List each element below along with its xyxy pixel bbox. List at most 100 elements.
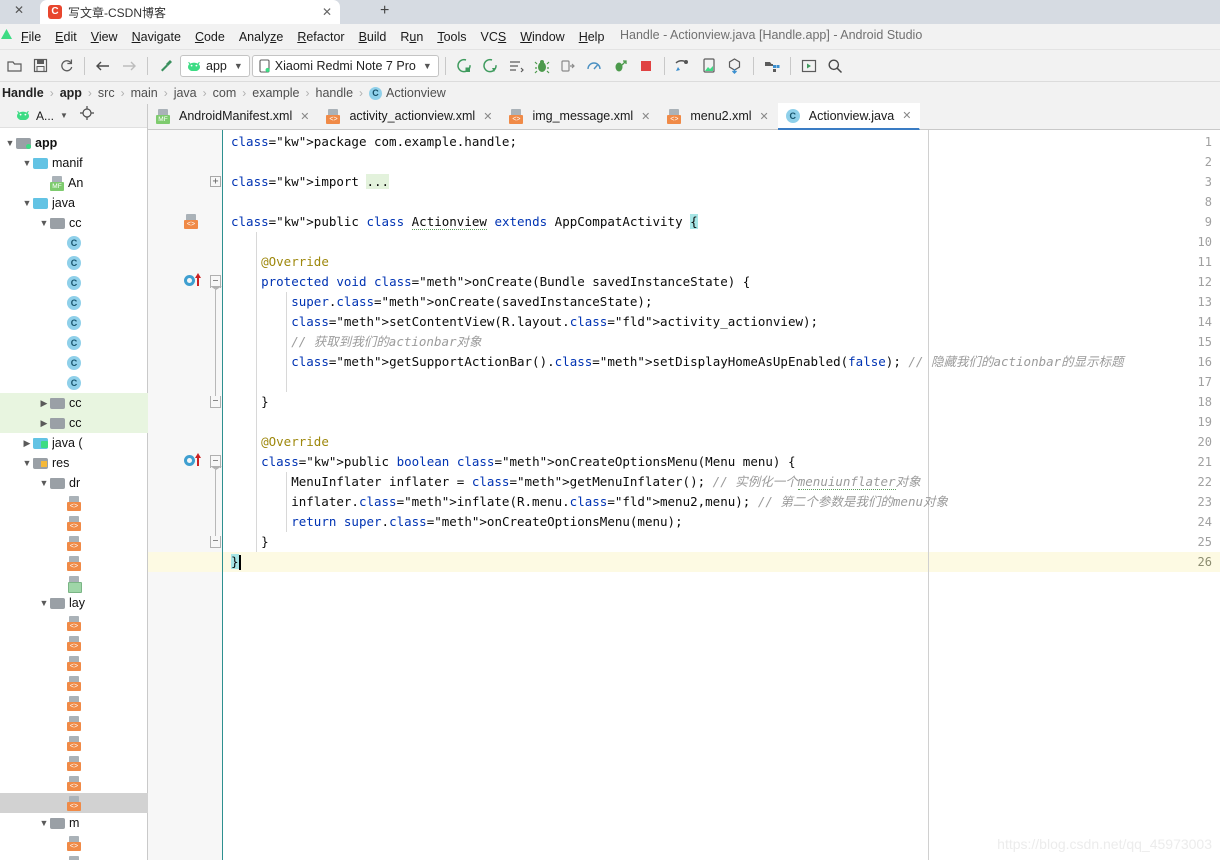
- avd-manager-icon[interactable]: [697, 54, 721, 78]
- tree-node[interactable]: C: [0, 353, 148, 373]
- code-line[interactable]: }: [231, 532, 269, 552]
- tree-node[interactable]: [0, 613, 148, 633]
- menu-code[interactable]: Code: [188, 30, 232, 44]
- code-line[interactable]: super.class="meth">onCreate(savedInstanc…: [231, 292, 652, 312]
- close-icon[interactable]: ✕: [902, 109, 911, 122]
- code-text-area[interactable]: class="kw">package com.example.handle; cl…: [223, 130, 1220, 860]
- build-hammer-icon[interactable]: [154, 54, 178, 78]
- search-everywhere-icon[interactable]: [823, 54, 847, 78]
- tree-node[interactable]: ▼ lay: [0, 593, 148, 613]
- editor-tab[interactable]: img_message.xml ✕: [501, 103, 659, 129]
- code-line[interactable]: class="meth">setContentView(R.layout.cla…: [231, 312, 818, 332]
- device-selector[interactable]: Xiaomi Redmi Note 7 Pro ▼: [251, 54, 439, 77]
- code-line[interactable]: }: [231, 552, 239, 572]
- breadcrumb-handle-pkg[interactable]: handle: [316, 86, 354, 100]
- tree-node[interactable]: [0, 853, 148, 860]
- xml-file-icon[interactable]: [184, 214, 198, 229]
- close-icon[interactable]: ✕: [322, 5, 332, 19]
- tree-node[interactable]: ▼ app: [0, 133, 148, 153]
- chevron-down-icon[interactable]: ▼: [423, 61, 432, 71]
- tree-twisty[interactable]: ▼: [38, 478, 50, 488]
- tree-node[interactable]: [0, 553, 148, 573]
- tree-node[interactable]: C: [0, 333, 148, 353]
- code-line[interactable]: [231, 372, 291, 392]
- override-marker-icon[interactable]: [184, 455, 195, 466]
- tree-node[interactable]: ▼ m: [0, 813, 148, 833]
- run-tests-icon[interactable]: [504, 54, 528, 78]
- tree-node[interactable]: [0, 713, 148, 733]
- gradle-sync-icon[interactable]: [671, 54, 695, 78]
- editor-tab[interactable]: menu2.xml ✕: [659, 103, 777, 129]
- chevron-down-icon[interactable]: ▼: [60, 111, 68, 120]
- tree-twisty[interactable]: ▼: [21, 158, 33, 168]
- back-arrow-icon[interactable]: [91, 54, 115, 78]
- tree-twisty[interactable]: ▼: [4, 138, 16, 148]
- code-line[interactable]: class="kw">public class Actionview exten…: [231, 212, 698, 232]
- fold-end-icon[interactable]: [208, 532, 222, 552]
- tree-node[interactable]: An: [0, 173, 148, 193]
- menu-analyze[interactable]: Analyze: [232, 30, 290, 44]
- close-icon[interactable]: ✕: [641, 110, 650, 123]
- code-line[interactable]: // 获取到我们的actionbar对象: [231, 332, 481, 352]
- menu-run[interactable]: Run: [393, 30, 430, 44]
- bug-icon[interactable]: [530, 54, 554, 78]
- override-marker-icon[interactable]: [184, 275, 195, 286]
- tree-node[interactable]: [0, 653, 148, 673]
- breadcrumb-java[interactable]: java: [174, 86, 197, 100]
- tree-node[interactable]: [0, 793, 148, 813]
- tree-node[interactable]: [0, 573, 148, 593]
- breadcrumb-app[interactable]: app: [60, 86, 82, 100]
- implementing-method-icon[interactable]: [184, 452, 202, 472]
- menu-file[interactable]: File: [14, 30, 48, 44]
- tree-node[interactable]: [0, 773, 148, 793]
- sync-icon[interactable]: [54, 54, 78, 78]
- tree-node[interactable]: ▼ java: [0, 193, 148, 213]
- menu-refactor[interactable]: Refactor: [290, 30, 351, 44]
- code-line[interactable]: class="meth">getSupportActionBar().class…: [231, 352, 1123, 372]
- code-line[interactable]: inflater.class="meth">inflate(R.menu.cla…: [231, 492, 948, 512]
- code-line[interactable]: class="kw">import ...: [231, 172, 390, 192]
- close-icon[interactable]: ✕: [760, 110, 769, 123]
- project-view-selector[interactable]: A...: [36, 109, 54, 123]
- stop-icon[interactable]: [634, 54, 658, 78]
- breadcrumb-com[interactable]: com: [213, 86, 237, 100]
- tree-node[interactable]: [0, 733, 148, 753]
- browser-tab-csdn[interactable]: C 写文章-CSDN博客 ✕: [40, 0, 340, 24]
- debug-attach-icon[interactable]: [556, 54, 580, 78]
- tree-twisty[interactable]: ▶: [21, 438, 33, 449]
- tree-node[interactable]: [0, 833, 148, 853]
- tree-node[interactable]: C: [0, 273, 148, 293]
- code-line[interactable]: class="kw">package com.example.handle;: [231, 132, 517, 152]
- locate-icon[interactable]: [79, 106, 94, 125]
- code-line[interactable]: @Override: [231, 432, 329, 452]
- tree-twisty[interactable]: ▼: [38, 598, 50, 608]
- tree-node[interactable]: ▼ manif: [0, 153, 148, 173]
- editor-tab[interactable]: C Actionview.java ✕: [777, 103, 921, 130]
- tree-node[interactable]: [0, 633, 148, 653]
- layout-inspector-icon[interactable]: [797, 54, 821, 78]
- editor-tab[interactable]: AndroidManifest.xml ✕: [148, 103, 318, 129]
- breadcrumb-handle[interactable]: Handle: [2, 86, 44, 100]
- tree-twisty[interactable]: ▼: [38, 218, 50, 228]
- fold-expand-icon[interactable]: +: [208, 172, 222, 192]
- fold-end-icon[interactable]: [208, 392, 222, 412]
- tree-node[interactable]: C: [0, 233, 148, 253]
- tree-node[interactable]: [0, 513, 148, 533]
- tree-node[interactable]: ▶ cc: [0, 413, 148, 433]
- menu-build[interactable]: Build: [352, 30, 394, 44]
- breadcrumb-src[interactable]: src: [98, 86, 115, 100]
- menu-edit[interactable]: Edit: [48, 30, 84, 44]
- tree-node[interactable]: ▼ cc: [0, 213, 148, 233]
- run-configuration-selector[interactable]: app ▼: [180, 54, 250, 77]
- tree-twisty[interactable]: ▼: [21, 198, 33, 208]
- save-icon[interactable]: [28, 54, 52, 78]
- menu-window[interactable]: Window: [513, 30, 571, 44]
- menu-view[interactable]: View: [84, 30, 125, 44]
- menu-vcs[interactable]: VCS: [474, 30, 514, 44]
- forward-arrow-icon[interactable]: [117, 54, 141, 78]
- code-line[interactable]: @Override: [231, 252, 329, 272]
- sdk-manager-icon[interactable]: [723, 54, 747, 78]
- code-line[interactable]: class="kw">public boolean class="meth">o…: [231, 452, 795, 472]
- tree-node[interactable]: C: [0, 313, 148, 333]
- code-line[interactable]: protected void class="meth">onCreate(Bun…: [231, 272, 750, 292]
